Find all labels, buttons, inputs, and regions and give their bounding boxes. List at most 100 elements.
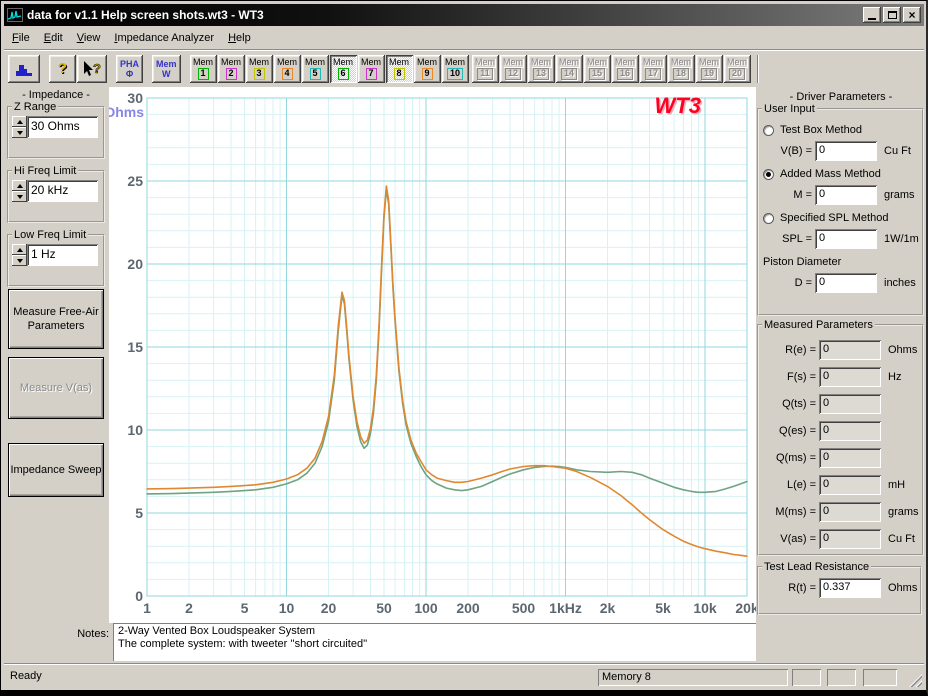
impedance-sweep-button[interactable]: Impedance Sweep xyxy=(8,443,104,497)
q-es-row: Q(es) = 0 xyxy=(762,421,919,441)
toolbar: ? ? PHA Φ Mem W Mem 1 Mem 2 Mem 3 Mem 4 Mem 5 Mem 6… xyxy=(4,49,924,87)
low-freq-down-button[interactable] xyxy=(12,255,27,266)
mem-button-label: Mem xyxy=(559,56,580,67)
mem-6-button[interactable]: Mem 6 xyxy=(329,54,357,83)
param-label: M(ms) = xyxy=(775,506,816,518)
param-unit: mH xyxy=(888,479,906,491)
menu-view[interactable]: View xyxy=(70,28,108,48)
mem-button-number: 17 xyxy=(645,67,662,80)
piston-diameter-field[interactable]: 0 xyxy=(815,273,877,293)
m-row: M = 0 grams xyxy=(762,185,919,205)
r-e-field: 0 xyxy=(819,340,881,360)
mem-16-button: Mem 16 xyxy=(611,54,639,83)
svg-text:200: 200 xyxy=(456,600,480,616)
svg-text:100: 100 xyxy=(414,600,438,616)
v-b-field[interactable]: 0 xyxy=(815,141,877,161)
mem-button-label: Mem xyxy=(503,56,524,67)
radio-specified-spl-method[interactable]: Specified SPL Method xyxy=(763,212,919,224)
user-input-label: User Input xyxy=(764,103,815,115)
phase-button[interactable]: PHA Φ xyxy=(116,54,144,83)
measure-vas-button: Measure V(as) xyxy=(8,357,104,419)
mem-9-button[interactable]: Mem 9 xyxy=(413,54,441,83)
notes-textarea[interactable]: 2-Way Vented Box Loudspeaker System The … xyxy=(113,623,756,661)
minimize-button[interactable] xyxy=(863,7,881,23)
measured-parameters-group: Measured Parameters R(e) = 0 Ohms F(s) = 0 Hz… xyxy=(757,319,924,556)
mem-12-button: Mem 12 xyxy=(499,54,527,83)
memory-buttons-group: Mem 1 Mem 2 Mem 3 Mem 4 Mem 5 Mem 6 Mem 7 Mem 8 Mem 9 Mem 1… xyxy=(189,54,470,83)
svg-text:15: 15 xyxy=(127,339,143,355)
svg-text:1: 1 xyxy=(143,600,151,616)
svg-text:10: 10 xyxy=(279,600,295,616)
hi-freq-up-button[interactable] xyxy=(12,180,27,191)
mem-button-label: Mem xyxy=(305,56,326,67)
low-freq-spinner xyxy=(12,244,27,266)
mem-button-number: 9 xyxy=(421,67,433,80)
mem-2-button[interactable]: Mem 2 xyxy=(217,54,245,83)
mem-5-button[interactable]: Mem 5 xyxy=(301,54,329,83)
maximize-button[interactable] xyxy=(883,7,901,23)
svg-text:5: 5 xyxy=(241,600,249,616)
q-ts-row: Q(ts) = 0 xyxy=(762,394,919,414)
series-memory-6-green xyxy=(146,188,748,495)
mem-button-label: Mem xyxy=(445,56,466,67)
minimize-icon xyxy=(868,18,876,20)
mem-button-number: 13 xyxy=(533,67,550,80)
mem-3-button[interactable]: Mem 3 xyxy=(245,54,273,83)
user-input-methods: Test Box Method V(B) = 0 Cu Ft Added Mass Me… xyxy=(762,124,919,249)
impedance-chart-button[interactable] xyxy=(8,54,40,83)
spl-field[interactable]: 0 xyxy=(815,229,877,249)
down-arrow-icon xyxy=(16,130,23,135)
mem-4-button[interactable]: Mem 4 xyxy=(273,54,301,83)
mem-button-number: 4 xyxy=(281,67,293,80)
menu-impedance-analyzer[interactable]: Impedance Analyzer xyxy=(107,28,221,48)
mem-button-label: Mem xyxy=(221,56,242,67)
v-b-row: V(B) = 0 Cu Ft xyxy=(762,141,919,161)
mem-button-label: Mem xyxy=(361,56,382,67)
arrow-help-icon: ? xyxy=(84,61,101,76)
hi-freq-down-button[interactable] xyxy=(12,191,27,202)
help-button[interactable]: ? xyxy=(49,54,76,83)
menu-file[interactable]: File xyxy=(5,28,37,48)
q-ms-row: Q(ms) = 0 xyxy=(762,448,919,468)
mem-button-number: 2 xyxy=(225,67,237,80)
memory-w-button[interactable]: Mem W xyxy=(152,54,181,83)
svg-text:5k: 5k xyxy=(655,600,671,616)
context-help-button[interactable]: ? xyxy=(77,54,107,83)
notes-line-2: The complete system: with tweeter ''shor… xyxy=(118,638,368,650)
mem-button-number: 18 xyxy=(673,67,690,80)
menu-help[interactable]: Help xyxy=(221,28,258,48)
radio-test-box-method[interactable]: Test Box Method xyxy=(763,124,919,136)
z-range-value[interactable]: 30 Ohms xyxy=(27,116,98,138)
resize-grip[interactable] xyxy=(909,674,922,687)
status-ready: Ready xyxy=(10,670,42,682)
status-memory: Memory 8 xyxy=(598,669,788,686)
menu-edit[interactable]: Edit xyxy=(37,28,70,48)
mem-8-button[interactable]: Mem 8 xyxy=(385,54,413,83)
field-unit: 1W/1m xyxy=(884,233,919,245)
z-range-up-button[interactable] xyxy=(12,116,27,127)
m-ms-row: M(ms) = 0 grams xyxy=(762,502,919,522)
radio-label: Test Box Method xyxy=(780,124,862,136)
mem-1-button[interactable]: Mem 1 xyxy=(189,54,217,83)
down-arrow-icon xyxy=(16,194,23,199)
radio-icon xyxy=(763,124,774,136)
status-panel-3 xyxy=(863,669,897,686)
mem-7-button[interactable]: Mem 7 xyxy=(357,54,385,83)
radio-added-mass-method[interactable]: Added Mass Method xyxy=(763,168,919,180)
mem-10-button[interactable]: Mem 10 xyxy=(441,54,469,83)
rt-field[interactable]: 0.337 xyxy=(819,578,881,598)
low-freq-up-button[interactable] xyxy=(12,244,27,255)
mem-button-label: Mem xyxy=(643,56,664,67)
phase-button-label: PHA xyxy=(120,58,140,69)
param-label: Q(es) = xyxy=(779,425,816,437)
radio-selected-icon xyxy=(763,168,774,180)
low-freq-limit-value[interactable]: 1 Hz xyxy=(27,244,98,266)
measure-free-air-button[interactable]: Measure Free-Air Parameters xyxy=(8,289,104,349)
svg-text:2k: 2k xyxy=(600,600,616,616)
piston-diameter-row: D = 0 inches xyxy=(762,273,919,293)
z-range-down-button[interactable] xyxy=(12,127,27,138)
close-button[interactable]: × xyxy=(903,7,921,23)
m-field[interactable]: 0 xyxy=(815,185,877,205)
svg-text:10: 10 xyxy=(127,422,143,438)
hi-freq-limit-value[interactable]: 20 kHz xyxy=(27,180,98,202)
